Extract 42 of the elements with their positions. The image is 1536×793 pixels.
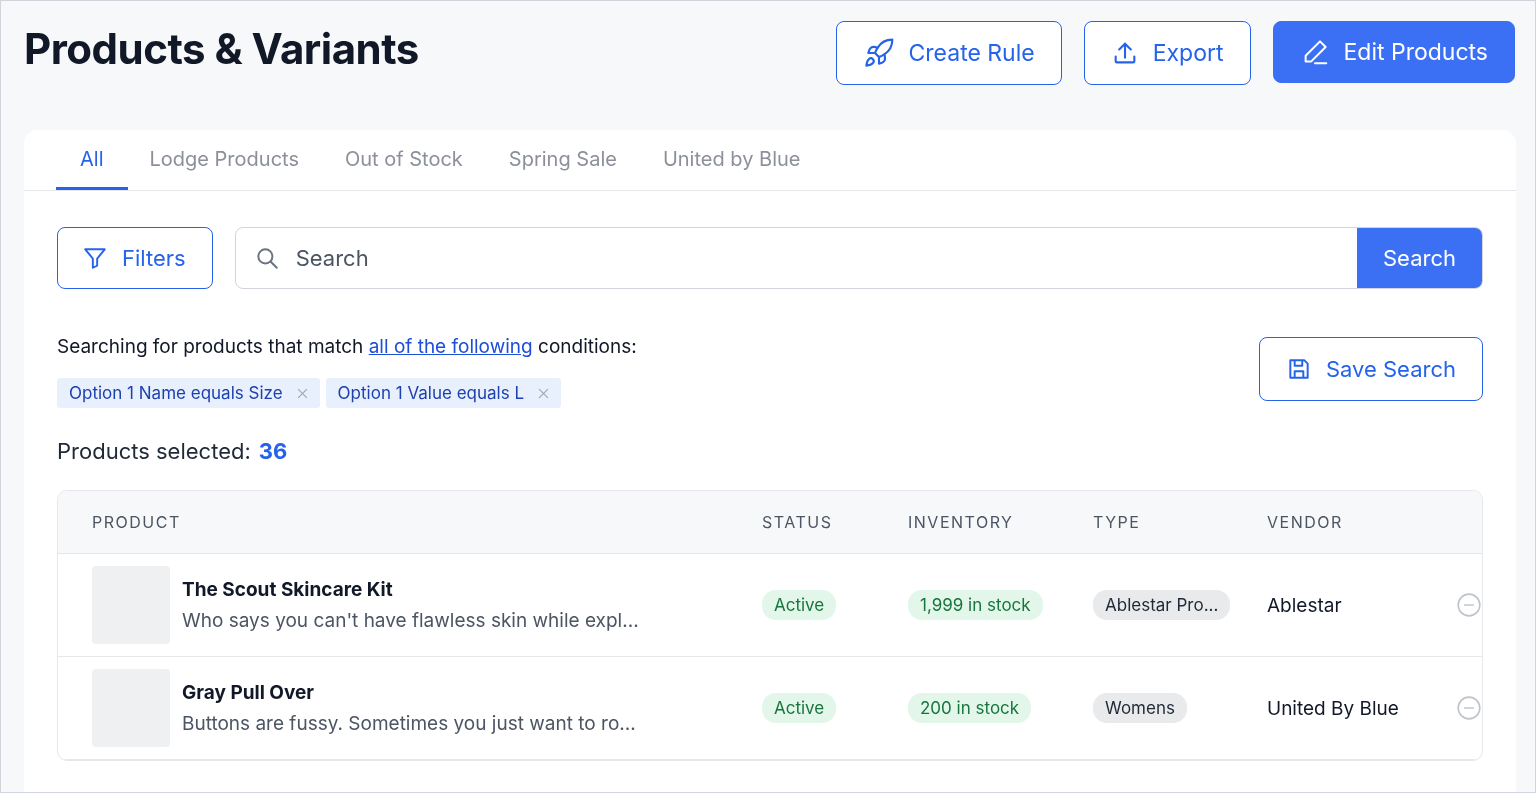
inventory-badge: 1,999 in stock: [908, 590, 1043, 620]
search-button[interactable]: Search: [1357, 228, 1482, 288]
remove-icon[interactable]: [1455, 695, 1482, 721]
column-header: VENDOR: [1267, 512, 1344, 532]
filters-button[interactable]: Filters: [57, 227, 213, 289]
column-header: STATUS: [762, 512, 834, 532]
conditions-text: Searching for products that match all of the following conditions:: [57, 335, 637, 358]
product-name[interactable]: The Scout Skincare Kit: [182, 578, 639, 601]
remove-icon[interactable]: [1455, 592, 1482, 618]
tab[interactable]: United by Blue: [662, 130, 801, 190]
type-badge: Womens: [1093, 693, 1187, 723]
search-field[interactable]: Search Search: [234, 227, 1483, 289]
rocket-icon: [862, 37, 895, 69]
chip-label: Option 1 Name equals Size: [69, 383, 283, 403]
action-button[interactable]: Export: [1083, 21, 1251, 85]
count-value: 36: [258, 438, 288, 464]
page-title: Products & Variants: [24, 22, 420, 76]
column-header: INVENTORY: [908, 512, 1015, 532]
tab[interactable]: Out of Stock: [344, 130, 463, 190]
tab[interactable]: Lodge Products: [149, 130, 299, 190]
column-header: TYPE: [1093, 512, 1142, 532]
action-button[interactable]: Edit Products: [1272, 21, 1515, 83]
tab[interactable]: All: [56, 130, 128, 190]
column-header: PRODUCT: [92, 512, 182, 532]
close-icon[interactable]: [538, 387, 550, 399]
status-badge: Active: [762, 693, 837, 723]
conditions-link[interactable]: all of the following: [368, 335, 533, 358]
product-description: Buttons are fussy. Sometimes you just want to ro...: [182, 712, 636, 735]
close-icon[interactable]: [296, 387, 308, 399]
product-description: Who says you can't have flawless skin while expl...: [182, 609, 639, 632]
count-label: Products selected:: [57, 438, 251, 464]
chip-label: Option 1 Value equals L: [337, 383, 525, 403]
filter-icon: [82, 245, 108, 271]
vendor-text: Ablestar: [1267, 593, 1343, 617]
tab[interactable]: Spring Sale: [508, 130, 617, 190]
action-button[interactable]: Create Rule: [835, 21, 1062, 85]
status-badge: Active: [762, 590, 837, 620]
vendor-text: United By Blue: [1267, 696, 1400, 720]
inventory-badge: 200 in stock: [908, 693, 1032, 723]
save-search-button[interactable]: Save Search: [1258, 337, 1483, 401]
product-name[interactable]: Gray Pull Over: [182, 681, 636, 704]
type-badge: Ablestar Pro...: [1093, 590, 1231, 620]
